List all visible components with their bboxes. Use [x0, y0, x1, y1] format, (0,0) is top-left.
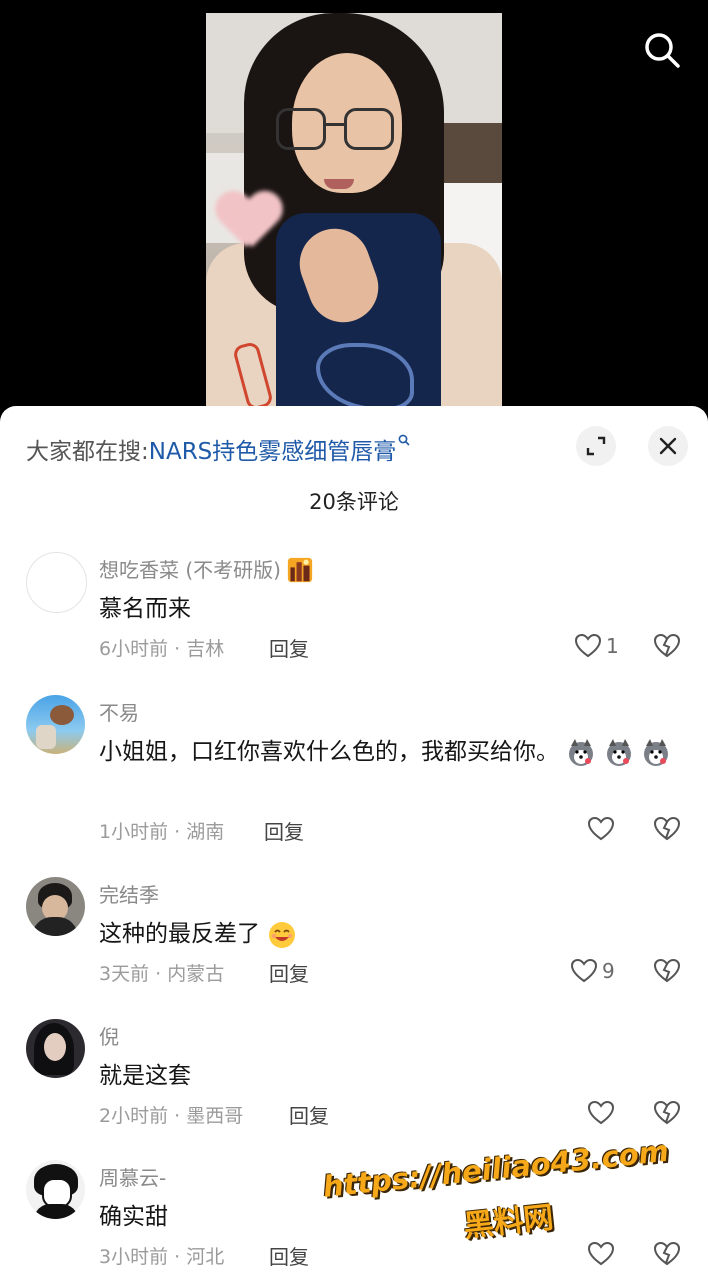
like-heart-icon[interactable] — [587, 1240, 615, 1268]
comment-username[interactable]: 想吃香菜 (不考研版) — [99, 554, 313, 583]
video-glasses-bridge — [323, 123, 345, 126]
reply-button[interactable]: 回复 — [269, 958, 309, 987]
trending-keyword-link[interactable]: NARS持色雾感细管唇膏 — [149, 439, 397, 465]
comment-text: 慕名而来 — [99, 596, 191, 622]
reply-button[interactable]: 回复 — [289, 1100, 329, 1129]
comment-username[interactable]: 周慕云- — [99, 1162, 166, 1191]
trending-label: 大家都在搜: — [26, 439, 149, 465]
dislike-broken-heart-icon[interactable] — [653, 632, 681, 660]
like-count: 1 — [606, 634, 619, 658]
avatar[interactable] — [26, 877, 85, 936]
comment-meta: 6小时前 · 吉林 — [99, 638, 225, 660]
avatar[interactable] — [26, 552, 87, 613]
reply-button[interactable]: 回复 — [264, 816, 304, 845]
reply-button[interactable]: 回复 — [269, 633, 309, 662]
dislike-broken-heart-icon[interactable] — [653, 957, 681, 985]
like-heart-icon[interactable] — [574, 632, 602, 660]
search-small-icon — [398, 434, 410, 446]
close-button[interactable] — [648, 426, 688, 466]
husky-emoji-icon — [569, 738, 594, 766]
comment-username[interactable]: 完结季 — [99, 879, 159, 908]
watermark-site-name: 黑料网 — [462, 1200, 556, 1245]
avatar[interactable] — [26, 1019, 85, 1078]
city-badge-icon — [288, 557, 313, 582]
avatar[interactable] — [26, 695, 85, 754]
video-frame — [206, 13, 502, 433]
reply-button[interactable]: 回复 — [269, 1241, 309, 1270]
comment-text: 就是这套 — [99, 1063, 191, 1089]
comment-username[interactable]: 倪 — [99, 1021, 119, 1050]
comment-meta: 3天前 · 内蒙古 — [99, 963, 225, 985]
dislike-broken-heart-icon[interactable] — [653, 815, 681, 843]
dislike-broken-heart-icon[interactable] — [653, 1240, 681, 1268]
comment-meta: 3小时前 · 河北 — [99, 1246, 225, 1268]
video-glasses-left — [276, 108, 326, 150]
heart-sticker-icon — [216, 193, 282, 255]
like-heart-icon[interactable] — [587, 1099, 615, 1127]
like-heart-icon[interactable] — [570, 957, 598, 985]
comment-meta: 2小时前 · 墨西哥 — [99, 1105, 244, 1127]
comment-username[interactable]: 不易 — [99, 697, 139, 726]
comment-text: 确实甜 — [99, 1204, 168, 1230]
video-glasses-right — [344, 108, 394, 150]
expand-button[interactable] — [576, 426, 616, 466]
close-icon — [659, 437, 677, 455]
trending-search[interactable]: 大家都在搜:NARS持色雾感细管唇膏 — [26, 432, 410, 466]
like-heart-icon[interactable] — [587, 815, 615, 843]
video-player[interactable] — [0, 0, 708, 433]
smile-emoji-icon — [269, 921, 296, 948]
comment-meta: 1小时前 · 湖南 — [99, 821, 225, 843]
comment-text: 小姐姐，口红你喜欢什么色的，我都买给你。 — [99, 733, 689, 771]
like-count: 9 — [602, 959, 615, 983]
search-icon[interactable] — [640, 28, 684, 72]
comment-count: 20条评论 — [309, 490, 399, 514]
expand-icon — [586, 436, 606, 456]
dislike-broken-heart-icon[interactable] — [653, 1099, 681, 1127]
husky-emoji-icon — [643, 738, 668, 766]
comment-text: 这种的最反差了 — [99, 915, 689, 953]
avatar[interactable] — [26, 1160, 85, 1219]
husky-emoji-icon — [606, 738, 631, 766]
